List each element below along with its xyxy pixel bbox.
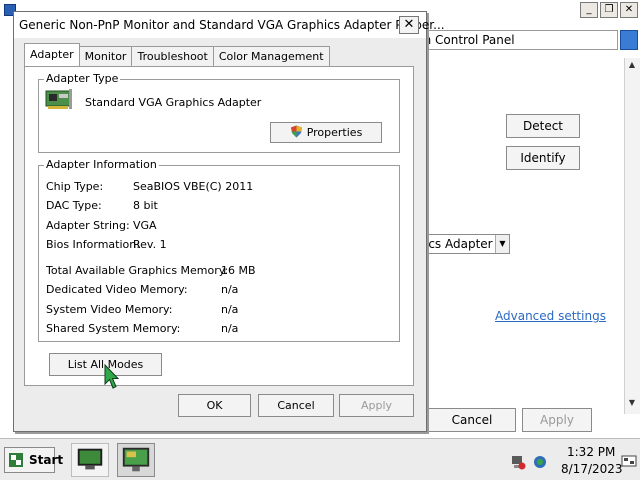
window-controls: _ ❐ ✕: [580, 2, 638, 18]
adapter-string-value: VGA: [133, 219, 157, 232]
scroll-up-icon[interactable]: ▲: [626, 60, 638, 72]
properties-button[interactable]: Properties: [270, 122, 382, 143]
taskbar-item-display[interactable]: [71, 443, 109, 477]
total-graphics-memory-label: Total Available Graphics Memory:: [46, 264, 229, 277]
cancel-button[interactable]: Cancel: [258, 394, 334, 417]
graphics-card-icon: [45, 89, 72, 109]
vertical-scrollbar[interactable]: [624, 58, 640, 414]
chip-type-label: Chip Type:: [46, 180, 104, 193]
dac-type-value: 8 bit: [133, 199, 158, 212]
tab-troubleshoot[interactable]: Troubleshoot: [131, 46, 214, 66]
tab-strip: Adapter Monitor Troubleshoot Color Manag…: [24, 43, 330, 66]
tab-monitor[interactable]: Monitor: [78, 46, 133, 66]
system-tray: 1:32 PM 8/17/2023: [505, 441, 640, 479]
shield-icon: [290, 125, 302, 138]
dac-type-label: DAC Type:: [46, 199, 102, 212]
properties-label: Properties: [306, 126, 363, 139]
address-bar[interactable]: ch Control Panel: [410, 30, 618, 50]
adapter-name: Standard VGA Graphics Adapter: [85, 96, 262, 109]
taskbar: Start 1:32 PM 8/17/2023: [0, 438, 640, 480]
ok-button[interactable]: OK: [178, 394, 251, 417]
scroll-down-icon[interactable]: ▼: [626, 398, 638, 410]
address-bar-icon[interactable]: [620, 30, 638, 50]
start-logo-icon: [9, 453, 23, 467]
tab-adapter[interactable]: Adapter: [24, 43, 80, 66]
chip-type-value: SeaBIOS VBE(C) 2011: [133, 180, 254, 193]
clock-date[interactable]: 8/17/2023: [561, 462, 623, 476]
system-video-memory-value: n/a: [221, 303, 239, 316]
adapter-properties-dialog: Generic Non-PnP Monitor and Standard VGA…: [13, 11, 445, 432]
dialog-close-button[interactable]: ✕: [399, 16, 419, 34]
mouse-cursor-icon: [104, 364, 120, 389]
adapter-type-group: Adapter Type Standard VGA Graphics Adapt…: [38, 72, 400, 153]
dialog-titlebar[interactable]: Generic Non-PnP Monitor and Standard VGA…: [14, 12, 445, 38]
taskbar-item-monitor[interactable]: [117, 443, 155, 477]
speaker-icon[interactable]: [532, 454, 548, 470]
tab-color-management[interactable]: Color Management: [212, 46, 330, 66]
clock-time[interactable]: 1:32 PM: [567, 445, 615, 459]
system-video-memory-label: System Video Memory:: [46, 303, 173, 316]
start-label: Start: [29, 453, 64, 467]
background-cancel-button[interactable]: Cancel: [428, 408, 516, 432]
adapter-string-label: Adapter String:: [46, 219, 130, 232]
monitor-icon: [122, 447, 150, 472]
display-settings-icon: [77, 448, 103, 470]
restore-button[interactable]: ❐: [600, 2, 618, 18]
detect-button[interactable]: Detect: [506, 114, 580, 138]
dedicated-video-memory-value: n/a: [221, 283, 239, 296]
adapter-tab-panel: Adapter Type Standard VGA Graphics Adapt…: [24, 66, 414, 386]
chevron-down-icon[interactable]: ▼: [495, 235, 509, 253]
identify-button[interactable]: Identify: [506, 146, 580, 170]
start-button[interactable]: Start: [4, 447, 63, 473]
background-apply-button[interactable]: Apply: [522, 408, 592, 432]
total-graphics-memory-value: 16 MB: [221, 264, 256, 277]
network-icon[interactable]: [510, 454, 526, 470]
dedicated-video-memory-label: Dedicated Video Memory:: [46, 283, 188, 296]
display-select-value: ics Adapter: [425, 237, 493, 251]
dialog-title: Generic Non-PnP Monitor and Standard VGA…: [19, 18, 445, 32]
bios-information-label: Bios Information:: [46, 238, 140, 251]
shared-system-memory-label: Shared System Memory:: [46, 322, 181, 335]
adapter-information-group: Adapter Information Chip Type: SeaBIOS V…: [38, 158, 400, 342]
minimize-button[interactable]: _: [580, 2, 598, 18]
adapter-information-legend: Adapter Information: [44, 158, 159, 171]
apply-button[interactable]: Apply: [339, 394, 414, 417]
adapter-type-legend: Adapter Type: [44, 72, 121, 85]
close-window-button[interactable]: ✕: [620, 2, 638, 18]
show-desktop-icon[interactable]: [621, 454, 637, 470]
shared-system-memory-value: n/a: [221, 322, 239, 335]
display-select[interactable]: ics Adapter ▼: [420, 234, 510, 254]
bios-information-value: Rev. 1: [133, 238, 167, 251]
advanced-settings-link[interactable]: Advanced settings: [495, 309, 606, 323]
